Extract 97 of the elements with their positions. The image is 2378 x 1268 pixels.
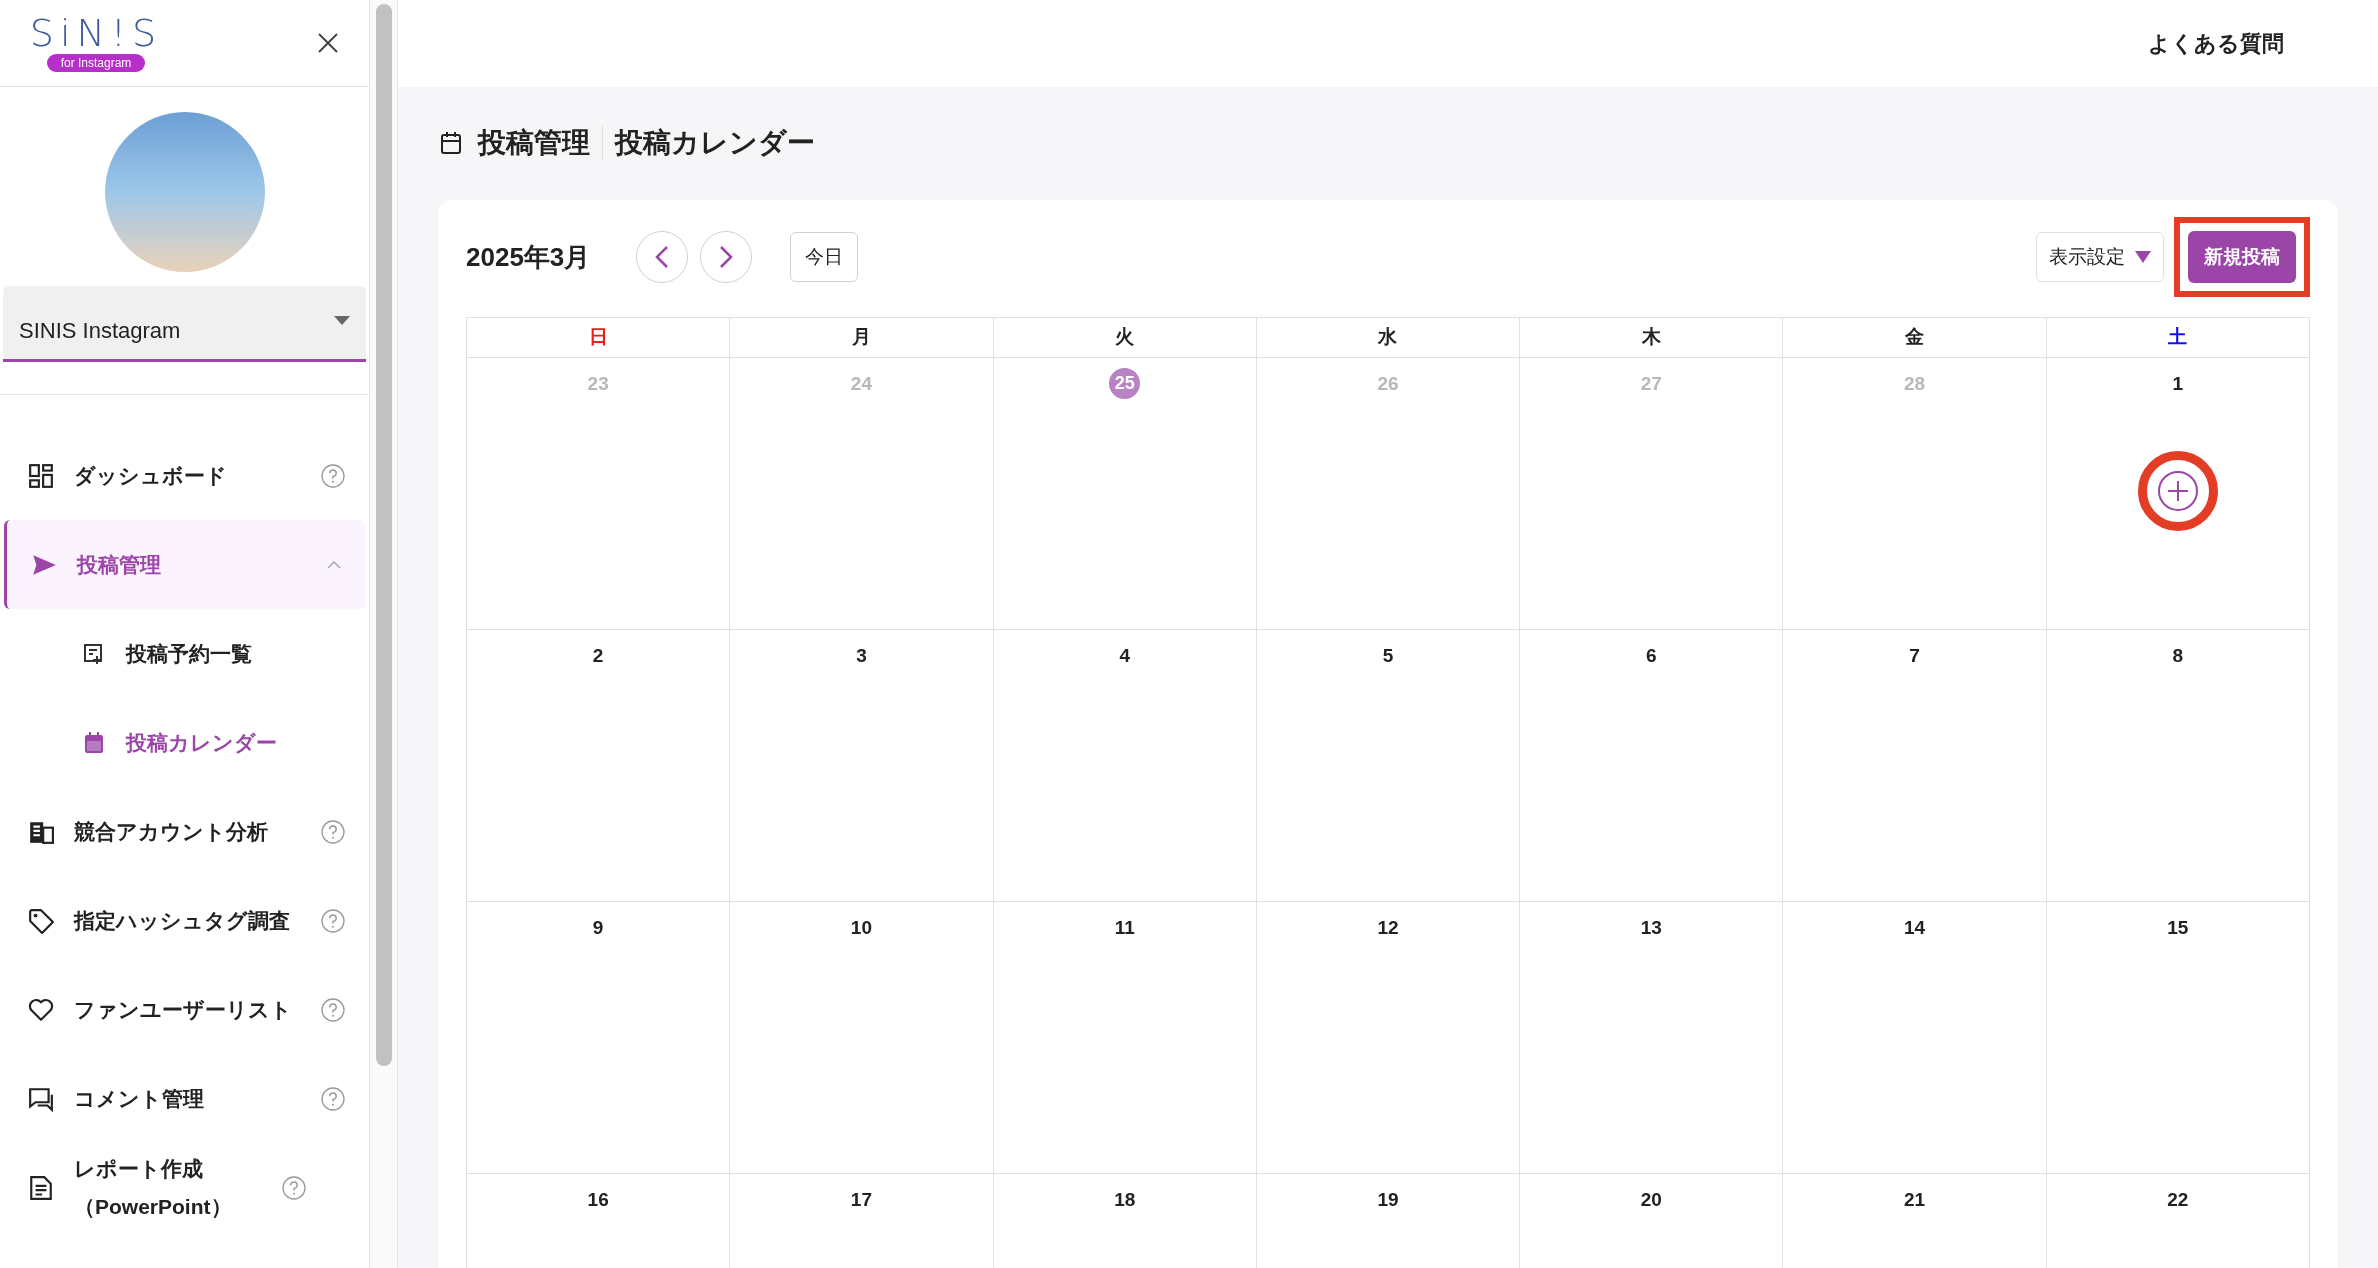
nav-item[interactable]: 競合アカウント分析 <box>4 787 365 876</box>
date-number: 10 <box>850 916 872 940</box>
nav-item[interactable]: 投稿管理 <box>4 520 365 609</box>
date-number: 26 <box>1377 372 1399 396</box>
calendar-day-cell[interactable]: 22 <box>2046 1174 2310 1268</box>
account-select[interactable]: SINIS Instagram <box>3 286 366 362</box>
date-number: 4 <box>1119 644 1130 668</box>
calendar-day-cell[interactable]: 3 <box>730 630 994 902</box>
date-number: 9 <box>592 916 604 940</box>
date-number: 18 <box>1114 1188 1136 1212</box>
nav-item[interactable]: ファンユーザーリスト <box>4 965 365 1054</box>
date-number: 24 <box>850 372 872 396</box>
date-number: 13 <box>1640 916 1662 940</box>
dashboard-icon <box>28 462 54 489</box>
date-number: 19 <box>1377 1188 1399 1212</box>
calendar-day-cell[interactable]: 10 <box>730 902 994 1174</box>
weekday-header: 月 <box>730 318 994 358</box>
nav-item[interactable]: 指定ハッシュタグ調査 <box>4 876 365 965</box>
help-icon[interactable] <box>321 997 345 1022</box>
help-icon[interactable] <box>321 463 345 488</box>
date-number: 3 <box>856 644 867 668</box>
date-number: 17 <box>850 1188 872 1212</box>
dropdown-caret-icon <box>334 316 350 325</box>
date-number: 20 <box>1640 1188 1662 1212</box>
calendar-day-cell[interactable]: 11 <box>993 902 1257 1174</box>
date-number: 15 <box>2167 916 2189 940</box>
date-number: 22 <box>2167 1188 2189 1212</box>
calendar-day-cell[interactable]: 1 <box>2046 358 2310 630</box>
calendar-day-cell[interactable]: 12 <box>1256 902 1521 1174</box>
nav-item[interactable]: レポート作成（PowerPoint） <box>4 1143 365 1232</box>
calendar-day-cell[interactable]: 19 <box>1256 1174 1521 1268</box>
calendar-day-cell[interactable]: 7 <box>1783 630 2047 902</box>
new-post-button[interactable]: 新規投稿 <box>2188 231 2296 283</box>
chevron-left-icon <box>655 245 669 269</box>
weekday-header: 火 <box>993 318 1257 358</box>
heart-icon <box>28 996 54 1023</box>
weekday-header: 土 <box>2046 318 2310 358</box>
date-number: 28 <box>1904 372 1926 396</box>
logo-tagline: for Instagram <box>46 54 146 72</box>
calendar-day-cell[interactable]: 18 <box>993 1174 1257 1268</box>
date-number: 12 <box>1377 916 1399 940</box>
view-settings-dropdown[interactable]: 表示設定 <box>2036 232 2164 282</box>
calendar-day-cell[interactable]: 20 <box>1520 1174 1784 1268</box>
calendar-day-cell[interactable]: 2 <box>467 630 731 902</box>
date-number: 11 <box>1114 916 1135 940</box>
help-icon[interactable] <box>282 1175 306 1200</box>
dropdown-caret-icon <box>2135 251 2151 263</box>
today-date-marker: 25 <box>1109 368 1141 399</box>
calendar-day-cell[interactable]: 13 <box>1520 902 1784 1174</box>
date-number: 2 <box>592 644 604 668</box>
weekday-header: 水 <box>1256 318 1521 358</box>
calendar-day-cell[interactable]: 6 <box>1520 630 1784 902</box>
calendar-day-cell[interactable]: 14 <box>1783 902 2047 1174</box>
calendar-day-cell[interactable]: 8 <box>2046 630 2310 902</box>
tag-icon <box>28 907 54 934</box>
calendar-day-cell[interactable]: 5 <box>1256 630 1521 902</box>
date-number: 5 <box>1382 644 1394 668</box>
help-icon[interactable] <box>321 1086 345 1111</box>
date-number: 14 <box>1904 916 1926 940</box>
date-number: 7 <box>1909 644 1920 668</box>
date-number: 1 <box>2172 372 2184 396</box>
nav-item[interactable]: コメント管理 <box>4 1054 365 1143</box>
calendar-icon <box>440 131 462 155</box>
date-number: 21 <box>1904 1188 1926 1212</box>
logo-wordmark: SiN!S <box>29 14 163 52</box>
calendar-day-cell[interactable]: 4 <box>993 630 1257 902</box>
date-number: 16 <box>587 1188 609 1212</box>
today-button[interactable]: 今日 <box>790 232 858 282</box>
date-number: 6 <box>1646 644 1657 668</box>
help-icon[interactable] <box>321 819 345 844</box>
weekday-header: 日 <box>467 318 731 358</box>
weekday-header: 金 <box>1783 318 2047 358</box>
help-icon[interactable] <box>321 908 345 933</box>
nav-item[interactable]: ダッシュボード <box>4 431 365 520</box>
scrollbar-thumb[interactable] <box>375 4 392 1066</box>
plus-icon <box>2166 480 2189 502</box>
comment-icon <box>28 1085 54 1112</box>
date-number: 23 <box>587 372 609 396</box>
nav-subitem[interactable]: 投稿予約一覧 <box>4 609 365 698</box>
calendar-day-cell[interactable]: 17 <box>730 1174 994 1268</box>
calendar-day-cell[interactable]: 16 <box>467 1174 731 1268</box>
breadcrumb-item[interactable]: 投稿管理 <box>478 122 590 164</box>
calendar-day-cell[interactable]: 15 <box>2046 902 2310 1174</box>
date-number: 8 <box>2172 644 2184 668</box>
nav-subitem[interactable]: 投稿カレンダー <box>4 698 365 787</box>
calendar-day-cell[interactable]: 21 <box>1783 1174 2047 1268</box>
calendar-icon <box>82 730 106 755</box>
close-icon <box>317 32 339 54</box>
document-icon <box>28 1174 54 1201</box>
page-title: 投稿カレンダー <box>615 126 815 160</box>
chevron-right-icon <box>719 245 733 269</box>
date-number: 27 <box>1640 372 1662 396</box>
add-post-button[interactable] <box>2157 471 2198 511</box>
faq-link[interactable]: よくある質問 <box>2148 27 2284 60</box>
month-title: 2025年3月 <box>466 240 592 274</box>
calendar-day-cell[interactable]: 9 <box>467 902 731 1174</box>
weekday-header: 木 <box>1520 318 1784 358</box>
